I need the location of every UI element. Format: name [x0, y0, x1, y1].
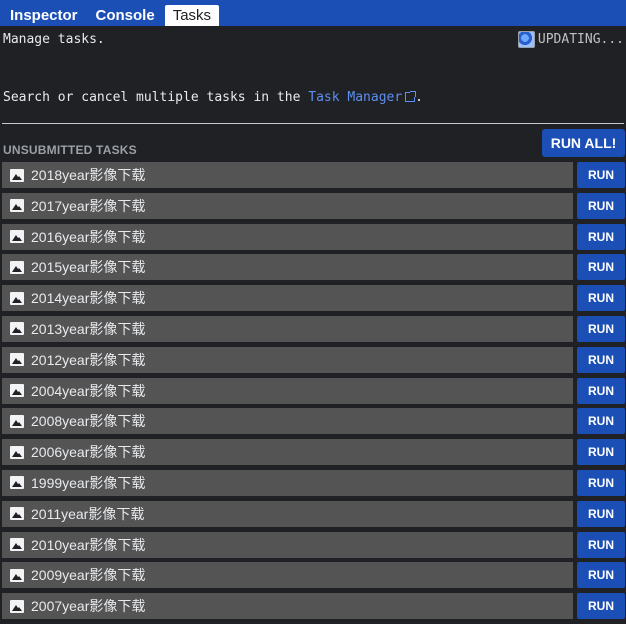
image-icon: [10, 538, 24, 552]
task-name: 2015year影像下载: [31, 259, 146, 276]
task-row: 2006year影像下载 RUN: [0, 439, 626, 466]
task-name: 2008year影像下载: [31, 413, 146, 430]
external-link-icon[interactable]: [405, 91, 417, 102]
task-row: 2013year影像下载 RUN: [0, 315, 626, 342]
run-button[interactable]: RUN: [577, 346, 625, 373]
task-name: 2011year影像下载: [31, 505, 145, 522]
task-item[interactable]: 2013year影像下载: [2, 315, 573, 342]
task-item[interactable]: 2018year影像下载: [2, 162, 573, 188]
image-icon: [10, 199, 24, 213]
image-icon: [10, 507, 24, 521]
task-row: 2009year影像下载 RUN: [0, 562, 626, 589]
updating-icon: [517, 31, 535, 48]
task-item[interactable]: 2011year影像下载: [2, 500, 573, 527]
hint-suffix: .: [415, 90, 423, 105]
tab-console[interactable]: Console: [88, 5, 163, 26]
task-item[interactable]: 1999year影像下载: [2, 469, 573, 496]
task-item[interactable]: 2004year影像下载: [2, 377, 573, 404]
task-row: 2008year影像下载 RUN: [0, 408, 626, 435]
task-manager-link[interactable]: Task Manager: [308, 90, 402, 105]
run-button[interactable]: RUN: [577, 500, 625, 527]
image-icon: [10, 291, 24, 305]
run-button[interactable]: RUN: [577, 531, 625, 558]
run-button[interactable]: RUN: [577, 469, 625, 496]
task-item[interactable]: 2015year影像下载: [2, 254, 573, 281]
tab-tasks[interactable]: Tasks: [164, 5, 220, 26]
unsubmitted-tasks-heading: UNSUBMITTED TASKS: [3, 143, 137, 157]
divider: [2, 123, 624, 124]
task-item[interactable]: 2006year影像下载: [2, 439, 573, 466]
tab-inspector[interactable]: Inspector: [2, 5, 86, 26]
image-icon: [10, 322, 24, 336]
task-item[interactable]: 2012year影像下载: [2, 346, 573, 373]
task-name: 2014year影像下载: [31, 290, 146, 307]
task-item[interactable]: 2009year影像下载: [2, 562, 573, 589]
task-row: 2011year影像下载 RUN: [0, 500, 626, 527]
task-name: 2009year影像下载: [31, 567, 146, 584]
run-button[interactable]: RUN: [577, 223, 625, 250]
task-name: 2013year影像下载: [31, 320, 146, 337]
run-button[interactable]: RUN: [577, 377, 625, 404]
manage-tasks-text: Manage tasks.: [3, 32, 105, 47]
task-name: 2007year影像下载: [31, 598, 146, 615]
image-icon: [10, 168, 24, 182]
image-icon: [10, 414, 24, 428]
task-item[interactable]: 2010year影像下载: [2, 531, 573, 558]
status-indicator: UPDATING...: [517, 31, 624, 48]
task-item[interactable]: 2017year影像下载: [2, 192, 573, 219]
run-all-button[interactable]: RUN ALL!: [542, 129, 625, 157]
task-row: 2018year影像下载 RUN: [0, 162, 626, 188]
task-name: 2006year影像下载: [31, 444, 146, 461]
tasks-panel: Manage tasks. UPDATING... Search or canc…: [0, 26, 626, 620]
task-list: 2018year影像下载 RUN 2017year影像下载 RUN 2016ye…: [0, 162, 626, 624]
task-name: 2012year影像下载: [31, 351, 146, 368]
image-icon: [10, 353, 24, 367]
image-icon: [10, 230, 24, 244]
task-name: 2017year影像下载: [31, 197, 146, 214]
image-icon: [10, 476, 24, 490]
task-name: 2018year影像下载: [31, 167, 146, 183]
task-row: 2014year影像下载 RUN: [0, 285, 626, 312]
task-name: 1999year影像下载: [31, 474, 146, 491]
run-button[interactable]: RUN: [577, 593, 625, 620]
image-icon: [10, 260, 24, 274]
run-button[interactable]: RUN: [577, 162, 625, 188]
task-manager-hint: Search or cancel multiple tasks in the T…: [3, 90, 423, 105]
run-button[interactable]: RUN: [577, 562, 625, 589]
run-button[interactable]: RUN: [577, 315, 625, 342]
task-name: 2016year影像下载: [31, 228, 146, 245]
run-button[interactable]: RUN: [577, 285, 625, 312]
task-row: 2017year影像下载 RUN: [0, 192, 626, 219]
task-row: 2015year影像下载 RUN: [0, 254, 626, 281]
tab-bar: Inspector Console Tasks: [0, 0, 626, 26]
task-row: 2010year影像下载 RUN: [0, 531, 626, 558]
task-name: 2004year影像下载: [31, 382, 146, 399]
task-item[interactable]: 2007year影像下载: [2, 593, 573, 620]
run-button[interactable]: RUN: [577, 254, 625, 281]
task-item[interactable]: 2014year影像下载: [2, 285, 573, 312]
task-item[interactable]: 2008year影像下载: [2, 408, 573, 435]
image-icon: [10, 445, 24, 459]
task-row: 2016year影像下载 RUN: [0, 223, 626, 250]
task-row: 2012year影像下载 RUN: [0, 346, 626, 373]
run-button[interactable]: RUN: [577, 192, 625, 219]
run-button[interactable]: RUN: [577, 408, 625, 435]
task-row: 2007year影像下载 RUN: [0, 593, 626, 620]
task-name: 2010year影像下载: [31, 536, 146, 553]
image-icon: [10, 568, 24, 582]
task-row: 2004year影像下载 RUN: [0, 377, 626, 404]
image-icon: [10, 384, 24, 398]
hint-prefix: Search or cancel multiple tasks in the: [3, 90, 309, 105]
task-item[interactable]: 2016year影像下载: [2, 223, 573, 250]
status-text: UPDATING...: [537, 32, 624, 47]
run-button[interactable]: RUN: [577, 439, 625, 466]
image-icon: [10, 599, 24, 613]
task-row: 1999year影像下载 RUN: [0, 469, 626, 496]
